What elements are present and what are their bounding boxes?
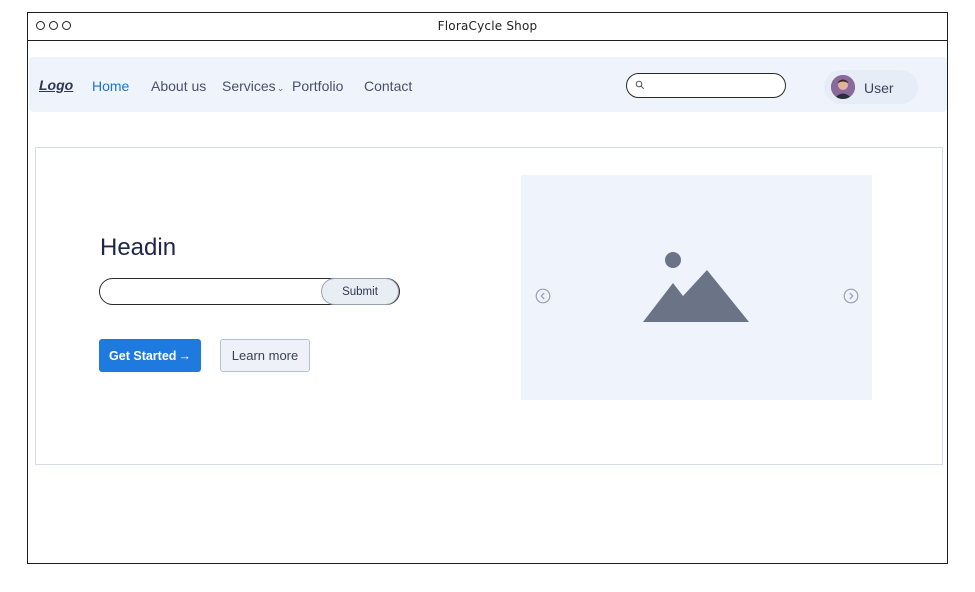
nav-services-label: Services xyxy=(222,78,276,94)
learn-more-button[interactable]: Learn more xyxy=(220,339,310,372)
subscribe-form: Submit xyxy=(99,278,400,305)
nav-home[interactable]: Home xyxy=(92,78,129,94)
top-navbar: Logo Home About us Services⌄ Portfolio C… xyxy=(29,57,947,112)
hero-section: Headin Submit Get Started → Learn more xyxy=(35,147,943,465)
chevron-right-circle-icon[interactable] xyxy=(843,288,859,304)
logo[interactable]: Logo xyxy=(39,77,73,93)
subscribe-input[interactable] xyxy=(110,283,319,302)
window-title: FloraCycle Shop xyxy=(437,19,538,33)
avatar xyxy=(831,75,855,99)
browser-window: FloraCycle Shop Logo Home About us Servi… xyxy=(27,12,948,564)
nav-about-us[interactable]: About us xyxy=(151,78,206,94)
chevron-left-circle-icon[interactable] xyxy=(535,288,551,304)
chevron-down-icon: ⌄ xyxy=(276,83,285,93)
nav-contact[interactable]: Contact xyxy=(364,78,412,94)
search-input[interactable] xyxy=(649,77,778,96)
image-placeholder-icon xyxy=(643,252,749,322)
image-carousel xyxy=(521,175,872,400)
hero-heading: Headin xyxy=(100,234,177,261)
search-icon xyxy=(635,80,645,90)
nav-services[interactable]: Services⌄ xyxy=(222,78,284,94)
user-label: User xyxy=(864,80,894,96)
nav-portfolio[interactable]: Portfolio xyxy=(292,78,343,94)
get-started-button[interactable]: Get Started → xyxy=(99,339,201,372)
user-menu[interactable]: User xyxy=(824,70,918,104)
arrow-right-icon: → xyxy=(178,348,191,363)
search-box xyxy=(626,73,786,98)
submit-button[interactable]: Submit xyxy=(321,278,399,305)
title-bar: FloraCycle Shop xyxy=(28,13,947,41)
get-started-label: Get Started xyxy=(109,348,177,363)
